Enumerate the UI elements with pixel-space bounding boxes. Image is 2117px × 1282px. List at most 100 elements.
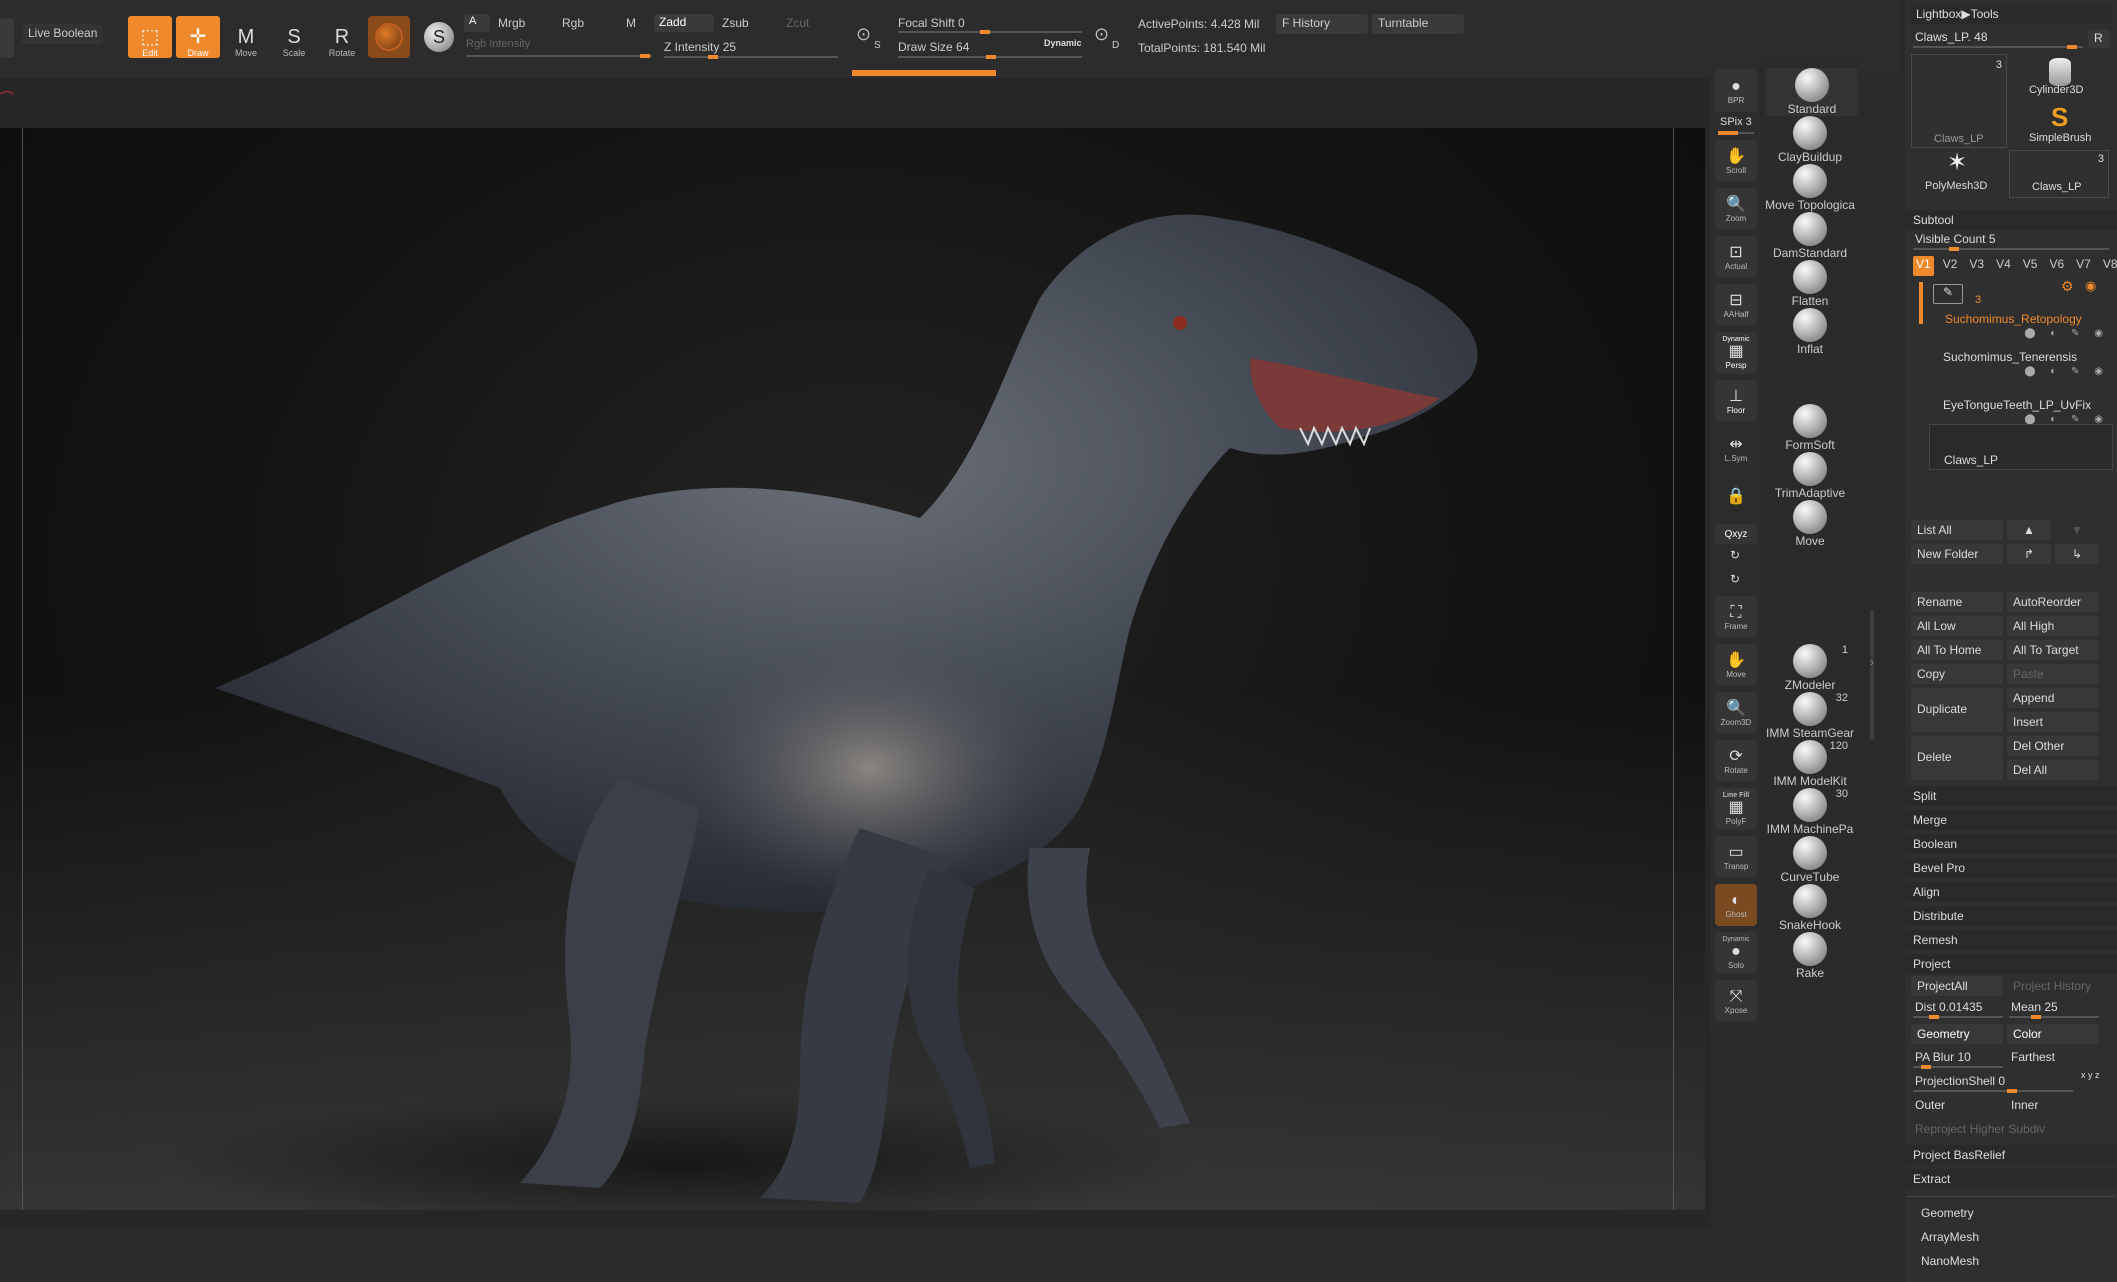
solo-button[interactable]: Dynamic ● Solo xyxy=(1715,932,1757,974)
tool-thumb-cylinder[interactable]: Cylinder3D xyxy=(2009,54,2109,102)
subtool-header[interactable]: Subtool xyxy=(1905,210,2117,230)
turntable-button[interactable]: Turntable xyxy=(1372,14,1464,34)
brush-1[interactable]: ClayBuildup xyxy=(1760,116,1860,164)
geometry-toggle[interactable]: Geometry xyxy=(1911,1024,2003,1044)
project-header[interactable]: Project xyxy=(1905,954,2117,974)
rotate-view-button[interactable]: ⟳ Rotate xyxy=(1715,740,1757,782)
mean-track[interactable] xyxy=(2009,1015,2099,1019)
move-view-button[interactable]: ✋ Move xyxy=(1715,644,1757,686)
version-tab-7[interactable]: V7 xyxy=(2073,256,2094,276)
brush-2[interactable]: Move Topologica xyxy=(1760,164,1860,212)
brush-13[interactable]: CurveTube xyxy=(1760,836,1860,884)
dynamic-toggle[interactable]: Dynamic xyxy=(1044,38,1082,48)
bpr-button[interactable]: ● BPR xyxy=(1715,70,1757,112)
current-tool-slider[interactable] xyxy=(1913,45,2083,49)
bevel-pro-header[interactable]: Bevel Pro xyxy=(1905,858,2117,878)
move-up-button[interactable]: ▲ xyxy=(2007,520,2051,540)
zoom3d-button[interactable]: 🔍 Zoom3D xyxy=(1715,692,1757,734)
project-all-button[interactable]: ProjectAll xyxy=(1911,976,2003,996)
list-all-button[interactable]: List All xyxy=(1911,520,2003,540)
align-header[interactable]: Align xyxy=(1905,882,2117,902)
texture-swatch[interactable]: S xyxy=(418,16,460,58)
duplicate-button[interactable]: Duplicate xyxy=(1911,688,2003,732)
floor-button[interactable]: ⊥ Floor xyxy=(1715,380,1757,422)
rgb-button[interactable]: Rgb xyxy=(562,16,584,30)
xyz-axis-toggle[interactable]: x y z xyxy=(2081,1070,2100,1080)
pa-blur-track[interactable] xyxy=(1913,1065,2003,1069)
xyz-button[interactable]: Qxyz xyxy=(1715,524,1757,544)
material-swatch[interactable] xyxy=(368,16,410,58)
autoreorder-button[interactable]: AutoReorder xyxy=(2007,592,2099,612)
document-canvas[interactable] xyxy=(0,128,1705,1210)
subtool-row[interactable]: Claws_LP xyxy=(1929,424,2113,470)
projection-shell-track[interactable] xyxy=(1913,1089,2073,1093)
d-dial-icon[interactable]: ⊙ xyxy=(1094,24,1109,45)
all-high-button[interactable]: All High xyxy=(2007,616,2099,636)
zsub-button[interactable]: Zsub xyxy=(722,16,749,30)
project-history-button[interactable]: Project History xyxy=(2007,976,2099,996)
tool-thumb-claws[interactable]: 3 Claws_LP xyxy=(1911,54,2007,148)
append-button[interactable]: Append xyxy=(2007,688,2099,708)
brush-9[interactable]: ZModeler 1 xyxy=(1760,644,1860,692)
persp-button[interactable]: Dynamic ▦ Persp xyxy=(1715,332,1757,374)
z-intensity-slider[interactable] xyxy=(664,55,838,59)
version-tab-8[interactable]: V8 xyxy=(2100,256,2117,276)
polyf-button[interactable]: Line Fill ▦ PolyF xyxy=(1715,788,1757,830)
rgb-intensity-slider[interactable]: Rgb Intensity xyxy=(466,38,530,50)
dist-track[interactable] xyxy=(1913,1015,2003,1019)
transp-button[interactable]: ▭ Transp xyxy=(1715,836,1757,878)
mean-slider[interactable]: Mean 25 xyxy=(2011,1000,2058,1014)
spix-slider[interactable]: SPix 3 xyxy=(1720,116,1752,128)
brush-10[interactable]: IMM SteamGear 32 xyxy=(1760,692,1860,740)
folder-up-button[interactable]: ↱ xyxy=(2007,544,2051,564)
tool-thumb-claws-2[interactable]: 3 Claws_LP xyxy=(2009,150,2109,198)
aahalf-button[interactable]: ⊟ AAHalf xyxy=(1715,284,1757,326)
zcut-button[interactable]: Zcut xyxy=(786,16,809,30)
reproject-higher-subdiv-button[interactable]: Reproject Higher Subdiv xyxy=(1915,1122,2045,1136)
all-to-home-button[interactable]: All To Home xyxy=(1911,640,2003,660)
edit-button[interactable]: ⬚ Edit xyxy=(128,16,172,58)
tool-thumb-polymesh[interactable]: ✶ PolyMesh3D xyxy=(1911,149,2007,198)
subtool-row[interactable]: Suchomimus_Tenerensis ⬤ ◐ ✎ ◉ xyxy=(1929,328,2113,377)
version-tab-2[interactable]: V2 xyxy=(1940,256,1961,276)
all-low-button[interactable]: All Low xyxy=(1911,616,2003,636)
projection-shell-slider[interactable]: ProjectionShell 0 xyxy=(1915,1074,2005,1088)
paste-button[interactable]: Paste xyxy=(2007,664,2099,684)
brush-shelf-scrollbar[interactable] xyxy=(1870,610,1874,740)
brush-12[interactable]: IMM MachinePa 30 xyxy=(1760,788,1860,836)
all-to-target-button[interactable]: All To Target xyxy=(2007,640,2099,660)
copy-button[interactable]: Copy xyxy=(1911,664,2003,684)
brush-6[interactable]: FormSoft xyxy=(1760,404,1860,452)
rotate-button[interactable]: R Rotate xyxy=(320,16,364,58)
f-history-button[interactable]: F History xyxy=(1276,14,1368,34)
delete-button[interactable]: Delete xyxy=(1911,736,2003,780)
arraymesh-menu[interactable]: ArrayMesh xyxy=(1921,1230,1979,1244)
del-all-button[interactable]: Del All xyxy=(2007,760,2099,780)
nanomesh-menu[interactable]: NanoMesh xyxy=(1921,1254,1979,1268)
farthest-button[interactable]: Farthest xyxy=(2011,1050,2055,1064)
lightbox-tools-button[interactable]: Lightbox▶Tools xyxy=(1910,4,2112,24)
dist-slider[interactable]: Dist 0.01435 xyxy=(1915,1000,1982,1014)
move-down-button[interactable]: ▼ xyxy=(2055,520,2099,540)
del-other-button[interactable]: Del Other xyxy=(2007,736,2099,756)
distribute-header[interactable]: Distribute xyxy=(1905,906,2117,926)
split-header[interactable]: Split xyxy=(1905,786,2117,806)
live-boolean-button[interactable]: Live Boolean xyxy=(22,24,104,44)
brush-14[interactable]: SnakeHook xyxy=(1760,884,1860,932)
merge-header[interactable]: Merge xyxy=(1905,810,2117,830)
extract-header[interactable]: Extract xyxy=(1905,1169,2117,1189)
rotate-y-icon[interactable]: ↻ xyxy=(1730,548,1740,562)
inner-button[interactable]: Inner xyxy=(2011,1098,2038,1112)
brush-7[interactable]: TrimAdaptive xyxy=(1760,452,1860,500)
lock-button[interactable]: 🔒 xyxy=(1715,476,1757,518)
zadd-button[interactable]: Zadd xyxy=(654,14,714,32)
frame-button[interactable]: ⛶ Frame xyxy=(1715,596,1757,638)
r-button[interactable]: R xyxy=(2088,30,2110,48)
focal-shift-slider[interactable] xyxy=(898,30,1082,34)
version-tab-3[interactable]: V3 xyxy=(1966,256,1987,276)
subtool-row[interactable]: EyeTongueTeeth_LP_UvFix ⬤ ◐ ✎ ◉ xyxy=(1929,376,2113,425)
remesh-header[interactable]: Remesh xyxy=(1905,930,2117,950)
folder-down-button[interactable]: ↳ xyxy=(2055,544,2099,564)
geometry-menu[interactable]: Geometry xyxy=(1921,1206,1974,1220)
subtool-row[interactable]: ✎ 3 Suchomimus_Retopology ⬤ ◐ ✎ ◉ xyxy=(1913,280,2113,339)
